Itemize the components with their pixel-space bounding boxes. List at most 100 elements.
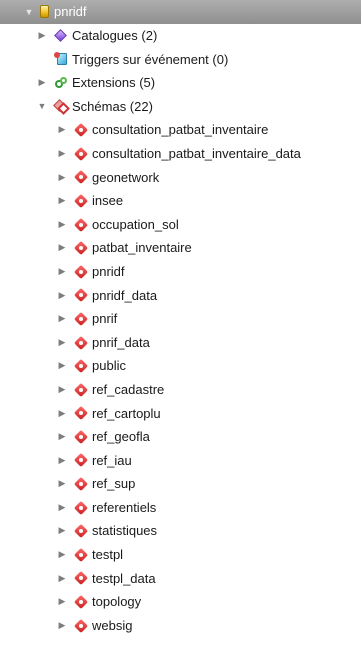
tree-node-schema[interactable]: ▶ topology [0,590,361,614]
tree-node-label: ref_iau [92,452,132,468]
tree-node-label: geonetwork [92,169,160,185]
tree-node-label: Catalogues (2) [72,28,158,43]
tree-node-schema[interactable]: ▶ ref_cadastre [0,378,361,402]
schema-icon [74,288,88,302]
tree-node-label: referentiels [92,499,157,515]
tree-node-label: pnridf_data [92,287,158,303]
schema-icon [74,194,88,208]
tree-node-label: pnridf [92,263,125,279]
collapse-arrow-icon[interactable]: ▶ [56,166,68,190]
tree-node-label: testpl_data [92,570,156,586]
tree-node-label: websig [92,617,133,633]
schema-icon [74,477,88,491]
tree-node-label: pnrif [92,311,118,327]
collapse-arrow-icon[interactable]: ▶ [56,260,68,284]
collapse-arrow-icon[interactable]: ▶ [36,24,48,48]
schema-icon [74,241,88,255]
tree-node-schema[interactable]: ▶ insee [0,189,361,213]
schema-icon [74,170,88,184]
tree-node-label: occupation_sol [92,216,179,232]
collapse-arrow-icon[interactable]: ▶ [56,614,68,638]
tree-node-label: patbat_inventaire [92,240,192,256]
tree-node-schema[interactable]: ▶ patbat_inventaire [0,236,361,260]
collapse-arrow-icon[interactable]: ▶ [56,354,68,378]
tree-node-extensions[interactable]: ▶ Extensions (5) [0,71,361,95]
tree-node-schema[interactable]: ▶ ref_sup [0,472,361,496]
tree-node-label: Schémas (22) [72,98,153,114]
collapse-arrow-icon[interactable]: ▶ [56,236,68,260]
tree-node-schema[interactable]: ▶ consultation_patbat_inventaire [0,118,361,142]
catalogue-icon [54,29,68,43]
schema-icon [74,218,88,232]
collapse-arrow-icon[interactable]: ▶ [56,189,68,213]
schema-icon [74,524,88,538]
tree-node-schema[interactable]: ▶ pnridf [0,260,361,284]
tree-node-label: insee [92,193,124,209]
tree-node-label: ref_cartoplu [92,405,161,421]
schema-icon [74,619,88,633]
collapse-arrow-icon[interactable]: ▶ [56,449,68,473]
tree-node-schema[interactable]: ▶ consultation_patbat_inventaire_data [0,142,361,166]
tree-node-label: testpl [92,547,124,563]
tree-node-label: consultation_patbat_inventaire [92,122,269,138]
tree-node-label: Extensions (5) [72,75,156,91]
collapse-arrow-icon[interactable]: ▶ [56,331,68,355]
tree-node-schema[interactable]: ▶ websig [0,614,361,638]
expand-arrow-icon[interactable]: ▼ [36,95,48,119]
collapse-arrow-icon[interactable]: ▶ [56,519,68,543]
tree-node-schema[interactable]: ▶ testpl [0,543,361,567]
tree-node-label: public [92,358,126,374]
tree-node-schema[interactable]: ▶ pnrif [0,307,361,331]
collapse-arrow-icon[interactable]: ▶ [56,543,68,567]
collapse-arrow-icon[interactable]: ▶ [56,378,68,402]
schema-icon [74,123,88,137]
tree-node-label: consultation_patbat_inventaire_data [92,145,301,161]
tree-node-schema[interactable]: ▶ ref_geofla [0,425,361,449]
schema-icon [74,359,88,373]
collapse-arrow-icon[interactable]: ▶ [56,213,68,237]
extension-icon [54,76,68,90]
schemas-icon [54,100,68,114]
collapse-arrow-icon[interactable]: ▶ [56,118,68,142]
tree-node-label: pnrif_data [92,334,150,350]
tree-node-schema[interactable]: ▶ public [0,354,361,378]
collapse-arrow-icon[interactable]: ▶ [56,496,68,520]
collapse-arrow-icon[interactable]: ▶ [56,284,68,308]
schema-icon [74,430,88,444]
object-browser-tree: ▼ pnridf ▶ Catalogues (2) Triggers sur é… [0,0,361,637]
tree-node-triggers[interactable]: Triggers sur événement (0) [0,48,361,72]
collapse-arrow-icon[interactable]: ▶ [56,307,68,331]
tree-node-schema[interactable]: ▶ geonetwork [0,166,361,190]
schema-icon [74,595,88,609]
schema-icon [74,312,88,326]
collapse-arrow-icon[interactable]: ▶ [56,402,68,426]
collapse-arrow-icon[interactable]: ▶ [56,567,68,591]
schema-icon [74,336,88,350]
tree-node-schema[interactable]: ▶ referentiels [0,496,361,520]
tree-node-label: pnridf [54,4,87,19]
tree-node-schemas[interactable]: ▼ Schémas (22) [0,95,361,119]
tree-node-schema[interactable]: ▶ pnrif_data [0,331,361,355]
tree-node-schema[interactable]: ▶ statistiques [0,519,361,543]
tree-node-schema[interactable]: ▶ occupation_sol [0,213,361,237]
tree-node-schema[interactable]: ▶ testpl_data [0,567,361,591]
database-icon [40,5,49,18]
schema-icon [74,548,88,562]
collapse-arrow-icon[interactable]: ▶ [56,142,68,166]
schema-icon [74,147,88,161]
schema-icon [74,571,88,585]
tree-node-database-pnridf[interactable]: ▼ pnridf [0,0,361,24]
trigger-icon [54,52,68,66]
collapse-arrow-icon[interactable]: ▶ [56,590,68,614]
tree-node-schema[interactable]: ▶ pnridf_data [0,284,361,308]
tree-node-label: ref_geofla [92,429,150,445]
schema-icon [74,406,88,420]
tree-node-schema[interactable]: ▶ ref_cartoplu [0,402,361,426]
tree-node-catalogues[interactable]: ▶ Catalogues (2) [0,24,361,48]
collapse-arrow-icon[interactable]: ▶ [56,472,68,496]
collapse-arrow-icon[interactable]: ▶ [36,71,48,95]
tree-node-schema[interactable]: ▶ ref_iau [0,449,361,473]
collapse-arrow-icon[interactable]: ▶ [56,425,68,449]
schema-icon [74,453,88,467]
expand-arrow-icon[interactable]: ▼ [23,0,35,24]
